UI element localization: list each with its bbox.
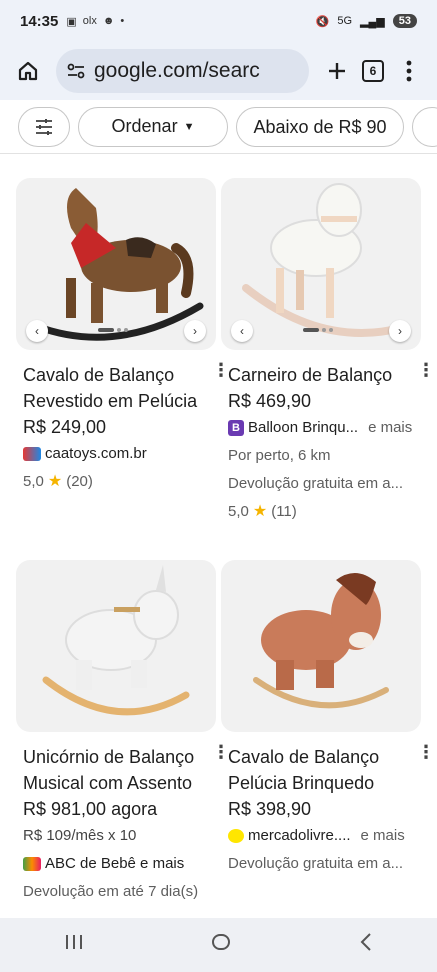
browser-toolbar: google.com/searc 6	[0, 42, 437, 100]
distance-text: Por perto, 6 km	[228, 447, 331, 464]
seller-name: mercadolivre....	[248, 827, 351, 844]
network-label: 5G	[337, 15, 353, 27]
seller-name: ABC de Bebê e mais	[45, 855, 185, 872]
battery-badge: 53	[392, 14, 417, 28]
tab-switcher-button[interactable]: 6	[355, 53, 391, 89]
plus-icon	[329, 63, 345, 79]
review-count: (20)	[66, 473, 93, 490]
returns-text: Devolução gratuita em a...	[228, 475, 404, 492]
status-bar: 14:35 ▣ olx ☻ • 🔇 5G ▂▄▆ 53	[0, 0, 437, 42]
tune-icon	[36, 118, 52, 135]
site-settings-icon[interactable]	[66, 61, 86, 81]
rocking-horse-image	[253, 572, 389, 709]
dot-icon: •	[120, 15, 125, 27]
seller-name: Balloon Brinqu...	[248, 419, 359, 436]
star-icon: ★	[252, 503, 268, 520]
back-icon	[360, 933, 371, 951]
more-vert-icon	[406, 60, 412, 82]
mute-icon: 🔇	[315, 15, 330, 28]
rating-row: 5,0 ★ (20)	[23, 468, 215, 496]
returns-text: Devolução gratuita em a...	[228, 855, 404, 872]
product-title[interactable]: Unicórnio de Balanço Musical com Assento	[23, 744, 215, 796]
seller-name: caatoys.com.br	[45, 445, 147, 462]
new-tab-button[interactable]	[319, 53, 355, 89]
carousel-prev-button[interactable]: ‹	[26, 320, 48, 342]
recent-apps-button[interactable]	[63, 932, 85, 958]
dropdown-arrow-icon: ▼	[183, 120, 195, 133]
rating-row: 5,0 ★ (11)	[228, 498, 420, 526]
price-filter-chip[interactable]: Abaixo de R$ 90	[236, 106, 404, 147]
carousel-dots	[98, 328, 128, 332]
seller-logo-icon	[23, 857, 41, 871]
olx-icon: olx	[82, 15, 97, 27]
seller-more: e mais	[368, 419, 413, 436]
product-image[interactable]	[16, 560, 216, 732]
rating-value: 5,0	[228, 503, 249, 520]
signal-icon: ▂▄▆	[360, 15, 385, 28]
star-icon: ★	[47, 473, 63, 490]
tab-count: 6	[362, 60, 384, 82]
screenshot-icon: ▣	[66, 15, 77, 28]
product-price: R$ 398,90	[228, 799, 312, 819]
status-time: 14:35	[20, 12, 59, 30]
filter-chips: Ordenar ▼ Abaixo de R$ 90	[0, 100, 437, 154]
returns-text: Devolução em até 7 dia(s)	[23, 883, 199, 900]
snapchat-icon: ☻	[102, 15, 115, 27]
rating-value: 5,0	[23, 473, 44, 490]
address-bar[interactable]: google.com/searc	[56, 49, 309, 93]
sort-chip-label: Ordenar	[111, 116, 178, 136]
more-filters-chip[interactable]	[412, 106, 437, 147]
product-title[interactable]: Cavalo de Balanço Revestido em Pelúcia	[23, 362, 215, 414]
carousel-next-button[interactable]: ›	[389, 320, 411, 342]
carousel-next-button[interactable]: ›	[184, 320, 206, 342]
back-nav-button[interactable]	[358, 931, 374, 959]
product-price: R$ 981,00 agora	[23, 799, 158, 819]
product-image[interactable]	[221, 560, 421, 732]
seller-more: e mais	[360, 827, 405, 844]
home-circle-icon	[212, 934, 231, 950]
home-nav-button[interactable]	[210, 931, 232, 959]
review-count: (11)	[271, 503, 297, 520]
installments-text: R$ 109/mês x 10	[23, 827, 137, 844]
seller-logo-icon: B	[228, 420, 244, 436]
carousel-prev-button[interactable]: ‹	[231, 320, 253, 342]
overflow-menu-button[interactable]	[391, 53, 427, 89]
product-price: R$ 249,00	[23, 417, 107, 437]
recent-apps-icon	[65, 935, 82, 949]
seller-logo-icon	[23, 447, 41, 461]
product-title[interactable]: Cavalo de Balanço Pelúcia Brinquedo	[228, 744, 420, 796]
home-icon	[18, 61, 38, 81]
product-image[interactable]: ‹ ›	[16, 178, 216, 350]
product-price: R$ 469,90	[228, 391, 312, 411]
filters-button[interactable]	[18, 106, 70, 147]
system-navigation-bar	[0, 918, 437, 972]
seller-logo-icon	[228, 829, 244, 843]
home-button[interactable]	[10, 53, 46, 89]
price-filter-label: Abaixo de R$ 90	[253, 116, 387, 137]
product-image[interactable]: ‹ ›	[221, 178, 421, 350]
carousel-dots	[303, 328, 333, 332]
url-text: google.com/searc	[94, 59, 260, 82]
product-title[interactable]: Carneiro de Balanço	[228, 362, 420, 388]
rocking-unicorn-image	[42, 565, 190, 716]
sort-chip[interactable]: Ordenar ▼	[78, 106, 228, 147]
